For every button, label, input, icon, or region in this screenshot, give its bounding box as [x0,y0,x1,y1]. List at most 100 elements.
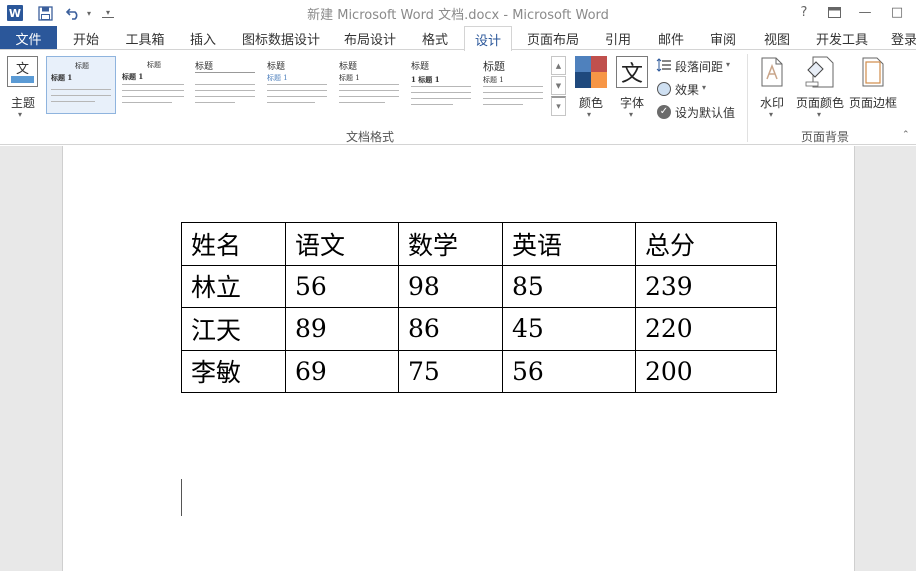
gallery-more-button[interactable]: ▾ [551,96,566,116]
thumb-line [195,102,235,103]
table-cell[interactable]: 239 [635,264,777,308]
fonts-button[interactable]: 文 字体 ▾ [613,56,651,122]
style-thumb-5[interactable]: 标题 标题 1 [335,56,405,114]
theme-button[interactable]: 文 主题 ▾ [4,56,40,122]
thumb-line [411,104,453,105]
table-cell[interactable]: 86 [398,307,503,351]
page-background-group-label: 页面背景 [800,130,849,144]
thumb-line [267,84,327,85]
help-button[interactable]: ? [791,2,817,22]
gallery-scroll-down-button[interactable]: ▼ [551,76,566,95]
watermark-button[interactable]: 水印 ▾ [754,56,790,122]
thumb-line [195,90,255,91]
set-as-default-button[interactable]: ✓ 设为默认值 [655,102,743,122]
style-thumb-4[interactable]: 标题 标题 1 [263,56,333,114]
minimize-button[interactable]: — [852,2,878,22]
table-cell[interactable]: 李敏 [181,349,286,393]
table-cell[interactable]: 98 [398,264,503,308]
table-cell[interactable]: 220 [635,307,777,351]
maximize-button[interactable]: □ [884,2,910,22]
tab-format[interactable]: 格式 [413,26,457,50]
style-thumb-7-heading: 标题 1 [483,76,504,84]
page-color-button[interactable]: 页面颜色 ▾ [794,56,846,122]
table-cell[interactable]: 56 [502,349,636,393]
table-header-cell[interactable]: 总分 [635,222,777,266]
tab-view[interactable]: 视图 [755,26,799,50]
tab-page-layout[interactable]: 页面布局 [521,26,585,50]
thumb-line [122,84,184,85]
color-swatch [591,56,607,72]
page-borders-button[interactable]: 页面边框 [846,56,900,122]
style-thumb-6-heading: 1 标题 1 [411,75,440,84]
table-cell[interactable]: 56 [285,264,399,308]
tab-chart-design[interactable]: 图标数据设计 [235,26,327,50]
table-cell[interactable]: 林立 [181,264,286,308]
style-gallery: 标题 标题 1 标题 标题 1 标题 标题 标题 1 标题 标题 1 标题 1 … [43,50,571,124]
tab-review[interactable]: 审阅 [701,26,745,50]
tab-toolbox[interactable]: 工具箱 [116,26,174,50]
undo-icon[interactable] [64,3,84,23]
save-icon[interactable] [35,3,55,23]
colors-label: 颜色 [578,96,603,110]
paragraph-spacing-icon [656,58,671,72]
table-header-cell[interactable]: 语文 [285,222,399,266]
table-header-cell[interactable]: 数学 [398,222,503,266]
style-thumb-3[interactable]: 标题 [191,56,261,114]
table-cell[interactable]: 200 [635,349,777,393]
thumb-line [411,92,471,93]
table-header-cell[interactable]: 英语 [502,222,636,266]
style-thumb-4-title: 标题 [267,62,286,72]
window-title: 新建 Microsoft Word 文档.docx - Microsoft Wo… [307,8,609,23]
thumb-line [195,72,255,73]
word-app-icon[interactable]: W [6,3,24,23]
undo-dropdown-icon[interactable]: ▾ [84,3,94,23]
style-thumb-6[interactable]: 标题 1 标题 1 [407,56,477,114]
thumb-line [483,86,543,87]
page-color-label: 页面颜色 [795,96,844,110]
tab-layout-design[interactable]: 布局设计 [337,26,403,50]
effects-dropdown-icon: ▾ [702,83,707,92]
style-thumb-2-title: 标题 [147,61,161,69]
thumb-line [339,96,399,97]
style-thumb-2[interactable]: 标题 标题 1 [119,56,189,114]
table-cell[interactable]: 85 [502,264,636,308]
table-cell[interactable]: 45 [502,307,636,351]
table-cell[interactable]: 69 [285,349,399,393]
tab-mailings[interactable]: 邮件 [649,26,693,50]
tab-design[interactable]: 设计 [464,26,512,51]
ribbon-display-options-button[interactable] [821,2,847,22]
table-cell[interactable]: 江天 [181,307,286,351]
page-borders-label: 页面边框 [848,96,897,110]
style-thumb-3-title: 标题 [195,62,214,72]
table-cell[interactable]: 75 [398,349,503,393]
thumb-line [122,102,172,103]
colors-button[interactable]: 颜色 ▾ [572,56,608,122]
tab-insert[interactable]: 插入 [180,26,226,50]
page-color-icon [805,56,834,88]
tab-developer[interactable]: 开发工具 [810,26,874,50]
document-format-group-label: 文档格式 [345,130,394,144]
thumb-line [339,90,399,91]
style-thumb-1[interactable]: 标题 标题 1 [46,56,116,114]
thumb-line [411,86,471,87]
customize-toolbar-icon[interactable]: ▾ [102,8,114,18]
table-cell[interactable]: 89 [285,307,399,351]
thumb-line [195,84,255,85]
page-borders-icon [862,57,884,87]
theme-label: 主题 [10,96,35,110]
thumb-line [122,90,184,91]
paragraph-spacing-button[interactable]: 段落间距 ▾ [655,56,741,76]
gallery-scroll-up-button[interactable]: ▲ [551,56,566,75]
style-thumb-7[interactable]: 标题 标题 1 [479,56,549,114]
collapse-ribbon-icon[interactable]: ⌃ [902,130,912,140]
table-header-row: 姓名 语文 数学 英语 总分 [181,222,777,266]
tab-references[interactable]: 引用 [596,26,640,50]
score-table[interactable]: 姓名 语文 数学 英语 总分 林立 56 98 85 239 江天 89 86 … [181,222,777,393]
effects-button[interactable]: 效果 ▾ [655,79,725,99]
table-header-cell[interactable]: 姓名 [181,222,286,266]
login-link[interactable]: 登录 [884,26,916,50]
style-thumb-7-title: 标题 [483,60,505,73]
tab-home[interactable]: 开始 [62,26,110,50]
style-thumb-1-heading: 标题 1 [51,73,73,82]
tab-file[interactable]: 文件 [0,26,57,50]
